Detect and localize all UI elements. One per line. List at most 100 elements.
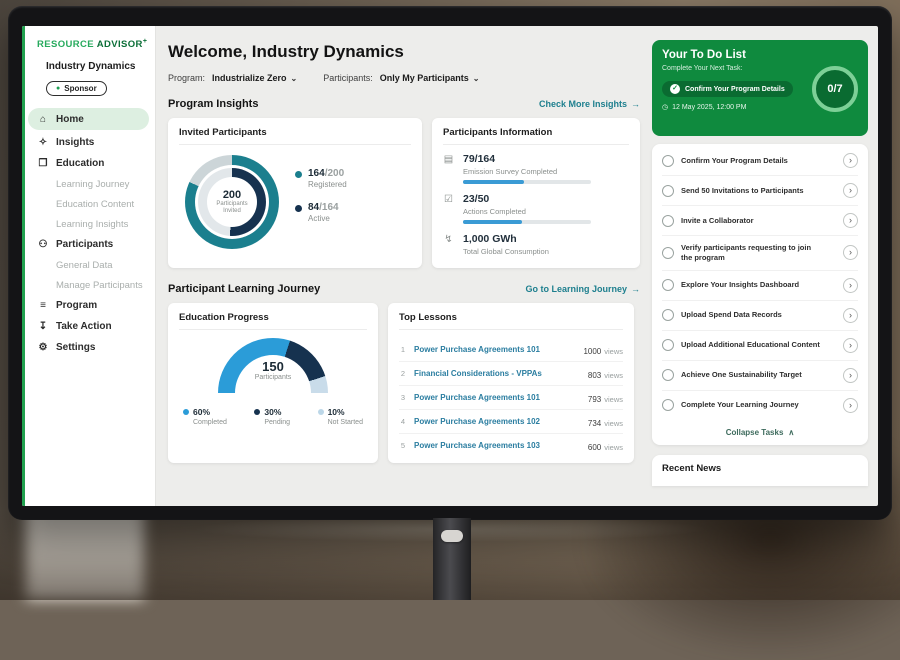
- task-confirm-program-details[interactable]: Confirm Your Program Details ›: [662, 146, 858, 176]
- sidebar-item-learning-insights[interactable]: Learning Insights: [22, 214, 155, 234]
- chevron-up-icon: ∧: [788, 428, 794, 437]
- check-more-insights-link[interactable]: Check More Insights →: [539, 99, 640, 109]
- task-checkbox[interactable]: [662, 279, 674, 291]
- participants-select[interactable]: Only My Participants ⌄: [380, 73, 480, 83]
- lesson-link[interactable]: Power Purchase Agreements 103: [414, 441, 581, 450]
- lesson-row: 5 Power Purchase Agreements 103 600views: [399, 434, 623, 457]
- go-to-learning-journey-link[interactable]: Go to Learning Journey →: [525, 284, 640, 294]
- task-verify-participants[interactable]: Verify participants requesting to join t…: [662, 236, 858, 271]
- app-logo: RESOURCE ADVISOR+: [22, 26, 155, 50]
- active-dot-icon: [295, 205, 302, 212]
- task-checkbox[interactable]: [662, 185, 674, 197]
- logo-advisor: ADVISOR: [97, 39, 143, 50]
- task-send-invitations[interactable]: Send 50 Invitations to Participants ›: [662, 176, 858, 206]
- registered-dot-icon: [295, 171, 302, 178]
- sidebar-nav: ⌂ Home ✧ Insights ❐ Education Learning J…: [22, 108, 155, 358]
- nav-label: Settings: [56, 342, 95, 353]
- task-explore-insights[interactable]: Explore Your Insights Dashboard ›: [662, 271, 858, 301]
- lesson-link[interactable]: Power Purchase Agreements 101: [414, 345, 576, 354]
- top-lessons-card: Top Lessons 1 Power Purchase Agreements …: [388, 303, 634, 463]
- nav-label: Insights: [56, 137, 94, 148]
- chevron-right-icon[interactable]: ›: [843, 308, 858, 323]
- card-title: Participants Information: [443, 127, 629, 145]
- stat-actions-completed: ☑ 23/50 Actions Completed: [443, 193, 629, 224]
- insights-cards-row: Invited Participants 200 Participants In…: [168, 118, 640, 268]
- chevron-right-icon[interactable]: ›: [843, 153, 858, 168]
- task-checkbox[interactable]: [662, 155, 674, 167]
- next-task-pill[interactable]: ✓ Confirm Your Program Details: [662, 81, 793, 97]
- task-checkbox[interactable]: [662, 339, 674, 351]
- sidebar-item-general-data[interactable]: General Data: [22, 255, 155, 275]
- check-icon: ✓: [670, 84, 680, 94]
- chevron-right-icon[interactable]: ›: [843, 245, 858, 260]
- education-progress-card: Education Progress 150 Participants 60% …: [168, 303, 378, 463]
- arrow-right-icon: →: [631, 99, 640, 109]
- gauge-center-value: 150: [218, 359, 328, 374]
- todo-title: Your To Do List: [662, 49, 858, 61]
- legend-registered: 164/200 Registered: [295, 168, 347, 189]
- dashboard-screen: RESOURCE ADVISOR+ Industry Dynamics ● Sp…: [22, 26, 878, 506]
- program-select[interactable]: Industrialize Zero ⌄: [212, 73, 297, 83]
- task-achieve-sustainability-target[interactable]: Achieve One Sustainability Target ›: [662, 361, 858, 391]
- task-checkbox[interactable]: [662, 247, 674, 259]
- section-title: Program Insights: [168, 98, 258, 110]
- lesson-row: 4 Power Purchase Agreements 102 734views: [399, 410, 623, 434]
- survey-icon: ▤: [443, 153, 454, 184]
- chevron-right-icon[interactable]: ›: [843, 338, 858, 353]
- card-title: Education Progress: [179, 312, 367, 330]
- sidebar-item-manage-participants[interactable]: Manage Participants: [22, 275, 155, 295]
- collapse-tasks-button[interactable]: Collapse Tasks ∧: [662, 420, 858, 441]
- sidebar: RESOURCE ADVISOR+ Industry Dynamics ● Sp…: [22, 26, 156, 506]
- card-title: Top Lessons: [399, 312, 623, 330]
- task-upload-educational-content[interactable]: Upload Additional Educational Content ›: [662, 331, 858, 361]
- section-title: Participant Learning Journey: [168, 283, 320, 295]
- chevron-right-icon[interactable]: ›: [843, 278, 858, 293]
- sidebar-item-insights[interactable]: ✧ Insights: [22, 132, 155, 153]
- program-insights-header: Program Insights Check More Insights →: [168, 98, 640, 110]
- lesson-link[interactable]: Power Purchase Agreements 101: [414, 393, 581, 402]
- sidebar-item-take-action[interactable]: ↧ Take Action: [22, 316, 155, 337]
- monitor-stand: [433, 518, 471, 600]
- sponsor-icon: ●: [56, 85, 60, 92]
- monitor-stand-button: [441, 530, 463, 542]
- chevron-right-icon[interactable]: ›: [843, 368, 858, 383]
- sidebar-item-education-content[interactable]: Education Content: [22, 194, 155, 214]
- program-select-value: Industrialize Zero: [212, 73, 287, 83]
- lesson-row: 1 Power Purchase Agreements 101 1000view…: [399, 338, 623, 362]
- program-icon: ≡: [37, 300, 49, 311]
- actions-icon: ☑: [443, 193, 454, 224]
- task-checkbox[interactable]: [662, 215, 674, 227]
- sidebar-item-home[interactable]: ⌂ Home: [28, 108, 149, 130]
- sponsor-label: Sponsor: [64, 84, 96, 93]
- donut-legend: 164/200 Registered 84/164 Active: [295, 168, 347, 236]
- sidebar-item-program[interactable]: ≡ Program: [22, 295, 155, 316]
- sponsor-badge[interactable]: ● Sponsor: [46, 81, 107, 96]
- task-checkbox[interactable]: [662, 399, 674, 411]
- sidebar-item-learning-journey[interactable]: Learning Journey: [22, 174, 155, 194]
- task-checkbox[interactable]: [662, 309, 674, 321]
- stat-global-consumption: ↯ 1,000 GWh Total Global Consumption: [443, 233, 629, 260]
- clock-icon: ◷: [662, 103, 668, 111]
- todo-header-card: Your To Do List Complete Your Next Task:…: [652, 40, 868, 136]
- chevron-right-icon[interactable]: ›: [843, 213, 858, 228]
- settings-icon: ⚙: [37, 342, 49, 353]
- task-complete-learning-journey[interactable]: Complete Your Learning Journey ›: [662, 391, 858, 420]
- chevron-right-icon[interactable]: ›: [843, 183, 858, 198]
- chevron-down-icon: ⌄: [473, 74, 480, 83]
- task-checkbox[interactable]: [662, 369, 674, 381]
- completed-dot-icon: [183, 409, 189, 415]
- sidebar-item-education[interactable]: ❐ Education: [22, 153, 155, 174]
- task-invite-collaborator[interactable]: Invite a Collaborator ›: [662, 206, 858, 236]
- sidebar-item-participants[interactable]: ⚇ Participants: [22, 234, 155, 255]
- page-title: Welcome, Industry Dynamics: [168, 42, 640, 62]
- filters-bar: Program: Industrialize Zero ⌄ Participan…: [168, 73, 640, 83]
- task-upload-spend-data[interactable]: Upload Spend Data Records ›: [662, 301, 858, 331]
- recent-news-header: Recent News: [652, 455, 868, 486]
- lesson-link[interactable]: Financial Considerations - VPPAs: [414, 369, 581, 378]
- arrow-right-icon: →: [631, 284, 640, 294]
- gauge-legend: 60% Completed 30% Pending 10% Not Starte…: [179, 407, 367, 426]
- lesson-link[interactable]: Power Purchase Agreements 102: [414, 417, 581, 426]
- chevron-right-icon[interactable]: ›: [843, 398, 858, 413]
- sidebar-item-settings[interactable]: ⚙ Settings: [22, 337, 155, 358]
- nav-label: Take Action: [56, 321, 112, 332]
